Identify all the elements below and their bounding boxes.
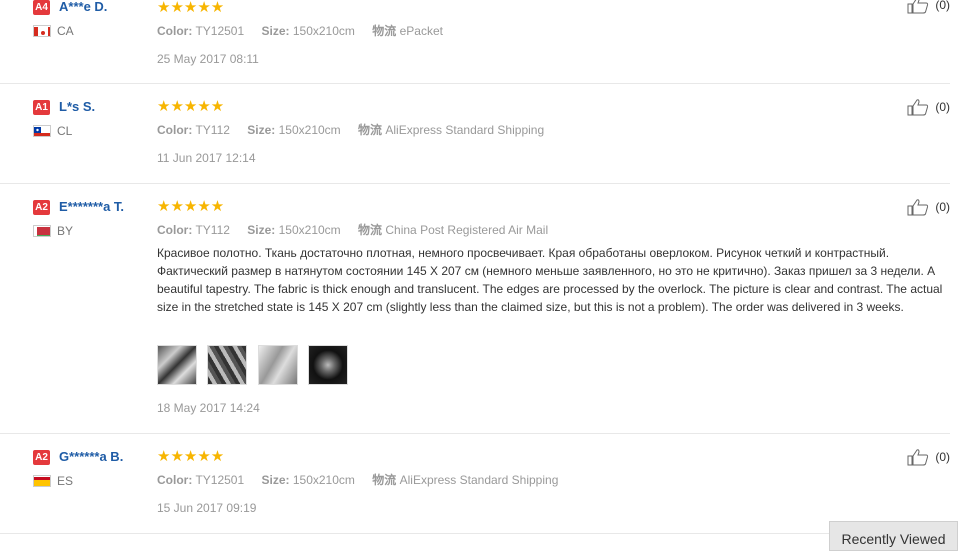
thumbs-up-icon: [907, 0, 929, 14]
helpful-button[interactable]: (0): [907, 98, 950, 116]
size-label: Size:: [261, 473, 290, 487]
country-code: CL: [57, 124, 73, 138]
helpful-count: (0): [935, 200, 951, 214]
star-rating: ★★★★★: [157, 448, 225, 465]
helpful-count: (0): [935, 0, 951, 12]
level-badge: A1: [33, 100, 50, 115]
reviewer-name[interactable]: A***e D.: [59, 0, 107, 14]
shipping-label: 物流: [358, 223, 383, 237]
level-badge: A4: [33, 0, 50, 15]
review-date: 15 Jun 2017 09:19: [157, 501, 257, 515]
shipping-value: ePacket: [399, 24, 443, 38]
color-value: TY112: [195, 123, 230, 137]
size-value: 150x210cm: [278, 123, 341, 137]
color-label: Color:: [157, 223, 193, 237]
size-label: Size:: [247, 123, 276, 137]
flag-es-icon: [33, 475, 51, 487]
helpful-button[interactable]: (0): [907, 0, 950, 14]
shipping-label: 物流: [372, 24, 397, 38]
helpful-button[interactable]: (0): [907, 198, 950, 216]
helpful-button[interactable]: (0): [907, 448, 950, 466]
order-info: Color: TY12501 Size: 150x210cm 物流 AliExp…: [157, 471, 558, 488]
order-info: Color: TY112 Size: 150x210cm 物流 AliExpre…: [157, 121, 544, 138]
review-item: A2 G******a B. ES ★★★★★ Color: TY12501 S…: [0, 433, 950, 534]
size-value: 150x210cm: [278, 223, 341, 237]
flag-cl-icon: [33, 125, 51, 137]
shipping-value: AliExpress Standard Shipping: [399, 473, 559, 487]
order-info: Color: TY112 Size: 150x210cm 物流 China Po…: [157, 221, 548, 238]
color-value: TY12501: [195, 24, 245, 38]
review-date: 25 May 2017 08:11: [157, 52, 259, 66]
star-rating: ★★★★★: [157, 198, 225, 215]
review-item: A1 L*s S. CL ★★★★★ Color: TY112 Size: 15…: [0, 83, 950, 184]
color-value: TY112: [195, 223, 230, 237]
color-label: Color:: [157, 473, 193, 487]
country-code: ES: [57, 474, 74, 488]
review-item: A4 A***e D. CA ★★★★★ Color: TY12501 Size…: [0, 0, 950, 84]
star-rating: ★★★★★: [157, 0, 225, 16]
thumbs-up-icon: [907, 449, 929, 466]
reviewer-name[interactable]: G******a B.: [59, 449, 123, 464]
size-value: 150x210cm: [292, 24, 355, 38]
color-label: Color:: [157, 123, 193, 137]
helpful-count: (0): [935, 100, 951, 114]
review-photo[interactable]: [207, 345, 248, 385]
review-item: A2 E*******a T. BY ★★★★★ Color: TY112 Si…: [0, 183, 950, 434]
order-info: Color: TY12501 Size: 150x210cm 物流 ePacke…: [157, 22, 443, 39]
reviewer-name[interactable]: L*s S.: [59, 99, 95, 114]
flag-ca-icon: [33, 25, 51, 37]
review-photo[interactable]: [257, 345, 298, 385]
recently-viewed-tab[interactable]: Recently Viewed: [829, 521, 958, 551]
review-photos: [157, 345, 354, 390]
reviewer-name[interactable]: E*******a T.: [59, 199, 124, 214]
color-label: Color:: [157, 24, 193, 38]
size-label: Size:: [247, 223, 276, 237]
level-badge: A2: [33, 450, 50, 465]
color-value: TY12501: [195, 473, 245, 487]
review-photo[interactable]: [157, 345, 197, 385]
shipping-label: 物流: [358, 123, 383, 137]
level-badge: A2: [33, 200, 50, 215]
size-value: 150x210cm: [292, 473, 355, 487]
shipping-label: 物流: [372, 473, 397, 487]
review-date: 11 Jun 2017 12:14: [157, 151, 256, 165]
thumbs-up-icon: [907, 99, 929, 116]
review-text: Красивое полотно. Ткань достаточно плотн…: [157, 246, 943, 314]
shipping-value: China Post Registered Air Mail: [385, 223, 549, 237]
flag-by-icon: [33, 225, 51, 237]
country-code: BY: [57, 224, 74, 238]
thumbs-up-icon: [907, 199, 929, 216]
review-photo[interactable]: [308, 345, 349, 385]
star-rating: ★★★★★: [157, 98, 225, 115]
helpful-count: (0): [935, 450, 951, 464]
country-code: CA: [57, 24, 74, 38]
review-date: 18 May 2017 14:24: [157, 401, 260, 415]
size-label: Size:: [261, 24, 290, 38]
shipping-value: AliExpress Standard Shipping: [385, 123, 545, 137]
